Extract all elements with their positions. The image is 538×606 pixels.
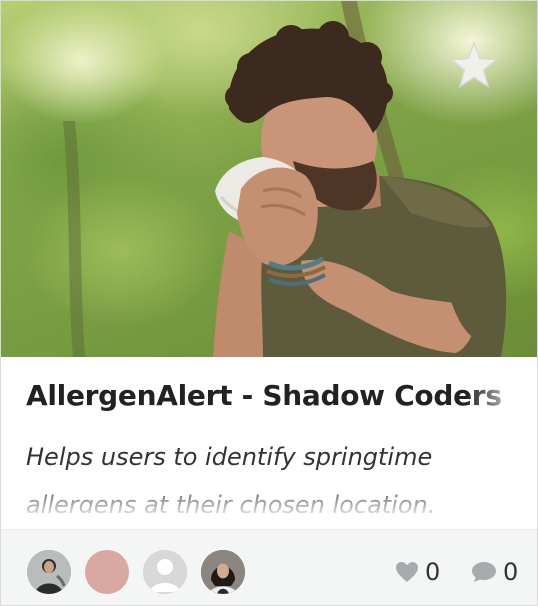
project-photo[interactable] <box>1 1 537 357</box>
comments-counter[interactable]: 0 <box>471 552 518 592</box>
star-icon <box>449 41 499 89</box>
avatar-photo-1 <box>27 550 71 594</box>
default-user-icon <box>143 550 187 594</box>
heart-icon <box>396 562 418 582</box>
description-fade-overlay <box>1 479 537 515</box>
comments-count: 0 <box>503 558 519 586</box>
avatar-photo-4 <box>201 550 245 594</box>
likes-counter[interactable]: 0 <box>395 552 440 592</box>
team-avatar-4[interactable] <box>201 550 245 594</box>
favorite-star-button[interactable] <box>449 41 499 89</box>
project-title[interactable]: AllergenAlert - Shadow Coders <box>26 379 516 412</box>
likes-count: 0 <box>425 558 441 586</box>
team-avatar-3[interactable] <box>143 550 187 594</box>
title-fade-overlay <box>467 371 537 421</box>
team-avatar-2[interactable] <box>85 550 129 594</box>
card-footer: 0 0 <box>1 529 537 605</box>
team-avatar-1[interactable] <box>27 550 71 594</box>
project-card[interactable]: AllergenAlert - Shadow Coders Helps user… <box>0 0 538 606</box>
comment-bubble-icon <box>472 562 496 582</box>
